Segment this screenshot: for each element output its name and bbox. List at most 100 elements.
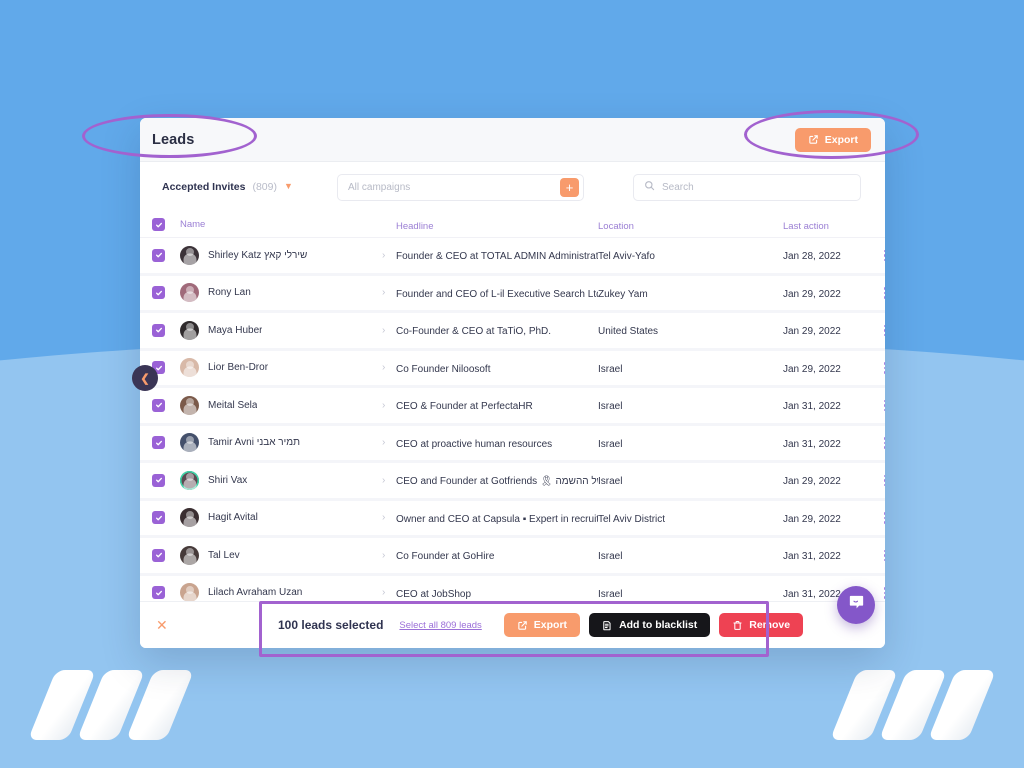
export-button[interactable]: Export <box>794 127 871 152</box>
row-checkbox[interactable] <box>152 286 165 300</box>
lead-headline: CEO and Founder at Gotfriends 🎗 של ההשמה… <box>396 476 598 488</box>
avatar <box>180 358 199 378</box>
lead-headline: Co Founder Niloosoft <box>396 363 491 375</box>
search-placeholder: Search <box>662 181 694 193</box>
table-row[interactable]: Shiri Vax › CEO and Founder at Gotfriend… <box>140 463 885 501</box>
kebab-menu-icon[interactable] <box>883 324 885 336</box>
kebab-menu-icon[interactable] <box>883 587 885 599</box>
table-row[interactable]: Rony Lan › Founder and CEO of L-il Execu… <box>140 275 885 313</box>
accepted-invites-count: (809) <box>252 181 277 193</box>
table-row[interactable]: Lilach Avraham Uzan › CEO at JobShop Isr… <box>140 575 885 601</box>
lead-headline: Owner and CEO at Capsula ▪ Expert in rec… <box>396 513 598 525</box>
campaign-placeholder: All campaigns <box>348 181 411 193</box>
column-header-headline[interactable]: Headline <box>396 221 434 232</box>
chevron-right-icon[interactable]: › <box>382 550 396 561</box>
brand-stripes-right <box>829 670 997 740</box>
row-checkbox[interactable] <box>152 323 165 337</box>
select-all-leads-link[interactable]: Select all 809 leads <box>399 620 481 631</box>
lead-name: Maya Huber <box>208 324 263 336</box>
chevron-right-icon[interactable]: › <box>382 400 396 411</box>
row-checkbox[interactable] <box>152 473 165 487</box>
table-row[interactable]: Hagit Avital › Owner and CEO at Capsula … <box>140 500 885 538</box>
avatar <box>180 320 199 340</box>
lead-headline: CEO at proactive human resources <box>396 438 553 450</box>
row-checkbox[interactable] <box>152 436 165 450</box>
chevron-right-icon[interactable]: › <box>382 475 396 486</box>
table-row[interactable]: Shirley Katz שירלי קאץ › Founder & CEO a… <box>140 238 885 276</box>
row-checkbox[interactable] <box>152 511 165 525</box>
lead-location: Zukey Yam <box>598 288 648 300</box>
lead-location: Israel <box>598 401 623 413</box>
chevron-right-icon[interactable]: › <box>382 512 396 523</box>
column-header-location[interactable]: Location <box>598 221 634 232</box>
chat-launcher-button[interactable] <box>837 586 875 624</box>
kebab-menu-icon[interactable] <box>883 512 885 524</box>
remove-label: Remove <box>749 619 791 631</box>
lead-last-action: Jan 29, 2022 <box>783 363 841 375</box>
accepted-invites-dropdown[interactable]: Accepted Invites (809) ▼ <box>162 181 337 193</box>
table-row[interactable]: Tamir Avni תמיר אבני › CEO at proactive … <box>140 425 885 463</box>
table-header-row: Name Headline Location Last action <box>140 212 885 238</box>
bulk-export-label: Export <box>533 619 568 631</box>
lead-last-action: Jan 29, 2022 <box>783 476 841 488</box>
lead-last-action: Jan 31, 2022 <box>783 401 841 413</box>
lead-location: Tel Aviv-Yafo <box>598 251 655 263</box>
row-checkbox[interactable] <box>152 586 165 600</box>
table-row[interactable]: Lior Ben-Dror › Co Founder Niloosoft Isr… <box>140 350 885 388</box>
table-row[interactable]: Maya Huber › Co-Founder & CEO at TaTiO, … <box>140 313 885 351</box>
lead-last-action: Jan 28, 2022 <box>783 251 841 263</box>
remove-button[interactable]: Remove <box>719 613 804 637</box>
chevron-right-icon[interactable]: › <box>382 437 396 448</box>
bulk-export-button[interactable]: Export <box>503 613 581 637</box>
row-checkbox[interactable] <box>152 398 165 412</box>
bulk-action-bar: ✕ 100 leads selected Select all 809 lead… <box>140 601 885 648</box>
column-header-last-action[interactable]: Last action <box>783 221 829 232</box>
avatar <box>180 508 199 528</box>
chevron-right-icon[interactable]: › <box>382 250 396 261</box>
kebab-menu-icon[interactable] <box>883 437 885 449</box>
chevron-right-icon[interactable]: › <box>382 287 396 298</box>
sidebar-collapse-handle[interactable]: ❮ <box>132 365 158 391</box>
app-window: Leads Export Accepted Invites (809) ▼ Al… <box>140 118 885 648</box>
chevron-right-icon[interactable]: › <box>382 362 396 373</box>
avatar <box>180 395 199 415</box>
lead-headline: CEO & Founder at PerfectaHR <box>396 401 533 413</box>
select-all-checkbox[interactable] <box>152 218 165 231</box>
table-row[interactable]: Tal Lev › Co Founder at GoHire Israel Ja… <box>140 538 885 576</box>
lead-last-action: Jan 31, 2022 <box>783 551 841 563</box>
chevron-right-icon[interactable]: › <box>382 325 396 336</box>
lead-location: United States <box>598 326 659 338</box>
selected-count-label: 100 leads selected <box>278 618 384 632</box>
kebab-menu-icon[interactable] <box>883 249 885 261</box>
kebab-menu-icon[interactable] <box>883 474 885 486</box>
chat-bubble-icon <box>847 593 866 617</box>
brand-stripes-left <box>27 670 195 740</box>
lead-last-action: Jan 31, 2022 <box>783 438 841 450</box>
close-icon[interactable]: ✕ <box>156 618 174 632</box>
kebab-menu-icon[interactable] <box>883 362 885 374</box>
plus-icon[interactable]: + <box>560 177 579 197</box>
lead-headline: Co-Founder & CEO at TaTiO, PhD. <box>396 326 552 338</box>
search-input[interactable]: Search <box>633 173 861 201</box>
kebab-menu-icon[interactable] <box>883 549 885 561</box>
page-title: Leads <box>152 131 195 148</box>
lead-location: Israel <box>598 476 623 488</box>
campaign-filter[interactable]: All campaigns + <box>337 173 584 201</box>
row-checkbox[interactable] <box>152 548 165 562</box>
external-link-icon <box>808 134 819 145</box>
kebab-menu-icon[interactable] <box>883 287 885 299</box>
add-to-blacklist-button[interactable]: Add to blacklist <box>589 613 711 637</box>
avatar <box>180 470 199 490</box>
avatar <box>180 283 199 303</box>
table-row[interactable]: Meital Sela › CEO & Founder at PerfectaH… <box>140 388 885 426</box>
accepted-invites-label: Accepted Invites <box>162 181 246 193</box>
chevron-right-icon[interactable]: › <box>382 587 396 598</box>
lead-last-action: Jan 29, 2022 <box>783 326 841 338</box>
row-checkbox[interactable] <box>152 248 165 262</box>
column-header-name[interactable]: Name <box>180 219 205 230</box>
kebab-menu-icon[interactable] <box>883 399 885 411</box>
blacklist-icon <box>602 620 613 631</box>
external-link-icon <box>517 620 528 631</box>
lead-headline: Founder and CEO of L-il Executive Search… <box>396 288 598 300</box>
lead-last-action: Jan 31, 2022 <box>783 588 841 600</box>
